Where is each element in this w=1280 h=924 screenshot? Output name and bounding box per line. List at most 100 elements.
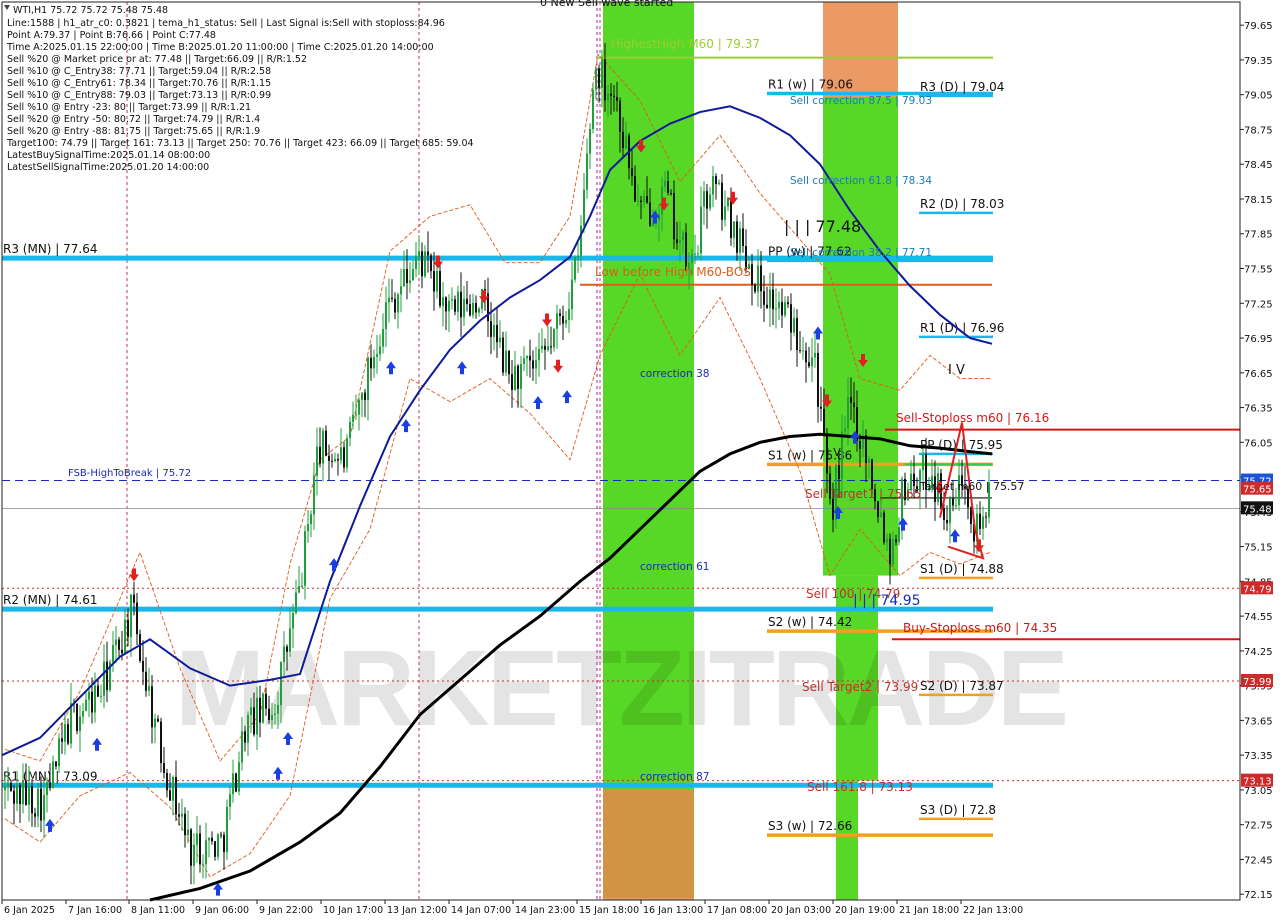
candle-body — [328, 455, 330, 461]
candle-body — [34, 813, 36, 817]
x-tick-label: 17 Jan 08:00 — [707, 905, 767, 916]
candle-body — [16, 784, 18, 804]
candle-body — [493, 324, 495, 337]
candle-body — [199, 833, 201, 865]
candle-body — [751, 264, 753, 285]
candle-body — [361, 392, 363, 400]
candle-body — [415, 256, 417, 270]
candle-body — [238, 762, 240, 792]
candle-body — [271, 714, 273, 720]
x-tick-label: 14 Jan 23:00 — [515, 905, 575, 916]
candle-body — [184, 813, 186, 836]
candle-body — [406, 268, 408, 284]
candle-body — [127, 619, 129, 638]
candle-body — [664, 180, 666, 187]
candle-body — [217, 834, 219, 857]
info-line: Sell %10 @ C_Entry88: 79.03 || Target:73… — [7, 90, 271, 101]
candle-body — [802, 350, 804, 352]
candle-body — [325, 430, 327, 456]
x-tick-label: 20 Jan 03:00 — [771, 905, 831, 916]
candle-body — [733, 221, 735, 239]
candle-body — [871, 459, 873, 490]
chart-annotation: correction 87 — [640, 771, 709, 783]
candle-body — [538, 348, 540, 361]
candle-body — [289, 628, 291, 652]
y-tick-label: 76.65 — [1244, 369, 1273, 380]
candle-body — [781, 301, 783, 316]
candle-body — [208, 837, 210, 841]
chart-annotation: | | | 77.48 — [784, 217, 861, 236]
candle-body — [298, 586, 300, 593]
candle-body — [442, 297, 444, 306]
candle-body — [226, 806, 228, 853]
candle-body — [19, 784, 21, 805]
candle-body — [427, 251, 429, 256]
candle-body — [547, 346, 549, 350]
candle-body — [223, 834, 225, 853]
zone-orange-bottom — [603, 789, 694, 900]
y-tick-label: 78.45 — [1244, 160, 1273, 171]
candle-body — [253, 707, 255, 735]
candle-body — [550, 346, 552, 348]
pivot-level-label: R2 (MN) | 74.61 — [3, 593, 98, 607]
chart-annotation: | V — [826, 446, 841, 459]
candle-body — [613, 95, 615, 98]
candle-body — [466, 298, 468, 305]
candle-body — [811, 357, 813, 367]
candle-body — [439, 270, 441, 306]
pivot-level-label: R2 (D) | 78.03 — [920, 197, 1004, 211]
chart-annotation: HighestHigh M60 | 79.37 — [611, 37, 760, 51]
y-tick-label: 73.35 — [1244, 751, 1273, 762]
candle-body — [727, 198, 729, 207]
candle-body — [106, 661, 108, 690]
candle-body — [376, 354, 378, 357]
candle-body — [943, 508, 945, 521]
candle-body — [79, 716, 81, 732]
candle-body — [670, 193, 672, 195]
candle-body — [313, 475, 315, 515]
x-tick-label: 22 Jan 13:00 — [963, 905, 1023, 916]
candle-body — [616, 97, 618, 101]
candle-body — [430, 255, 432, 272]
candle-body — [352, 414, 354, 422]
info-line: LatestSellSignalTime:2025.01.20 14:00:00 — [7, 162, 209, 173]
candle-body — [502, 337, 504, 373]
candle-body — [64, 724, 66, 742]
candle-body — [922, 454, 924, 471]
candle-body — [319, 446, 321, 464]
candle-body — [532, 360, 534, 369]
candle-body — [889, 538, 891, 565]
info-line: Point A:79.37 | Point B:76.66 | Point C:… — [7, 30, 216, 41]
candle-body — [523, 358, 525, 364]
candle-body — [706, 191, 708, 209]
candle-body — [340, 447, 342, 461]
candle-body — [847, 397, 849, 429]
candle-body — [436, 270, 438, 292]
candle-body — [154, 718, 156, 728]
candle-body — [580, 225, 582, 256]
candle-body — [775, 308, 777, 310]
candle-body — [337, 458, 339, 461]
candle-body — [700, 206, 702, 254]
candle-body — [55, 761, 57, 767]
candle-body — [400, 286, 402, 295]
pivot-level-label: R1 (w) | 79.06 — [768, 78, 853, 92]
candle-body — [91, 691, 93, 713]
candle-body — [577, 255, 579, 258]
candle-body — [388, 297, 390, 303]
x-tick-label: 10 Jan 17:00 — [323, 905, 383, 916]
candle-body — [382, 328, 384, 347]
candle-body — [13, 790, 15, 804]
chart-annotation: Sell correction 38.2 | 77.71 — [790, 247, 932, 259]
candle-body — [787, 302, 789, 305]
candle-body — [358, 399, 360, 415]
candle-body — [433, 271, 435, 292]
candle-body — [631, 168, 633, 177]
candle-body — [61, 738, 63, 742]
symbol-header: WTI,H1 75.72 75.72 75.48 75.48 — [13, 5, 168, 16]
candle-body — [853, 402, 855, 408]
candle-body — [640, 200, 642, 203]
candle-body — [346, 438, 348, 468]
x-tick-label: 9 Jan 06:00 — [195, 905, 249, 916]
price-chart[interactable]: MARKETZITRADE R3 (MN) | 77.64R2 (MN) | 7… — [0, 0, 1280, 920]
